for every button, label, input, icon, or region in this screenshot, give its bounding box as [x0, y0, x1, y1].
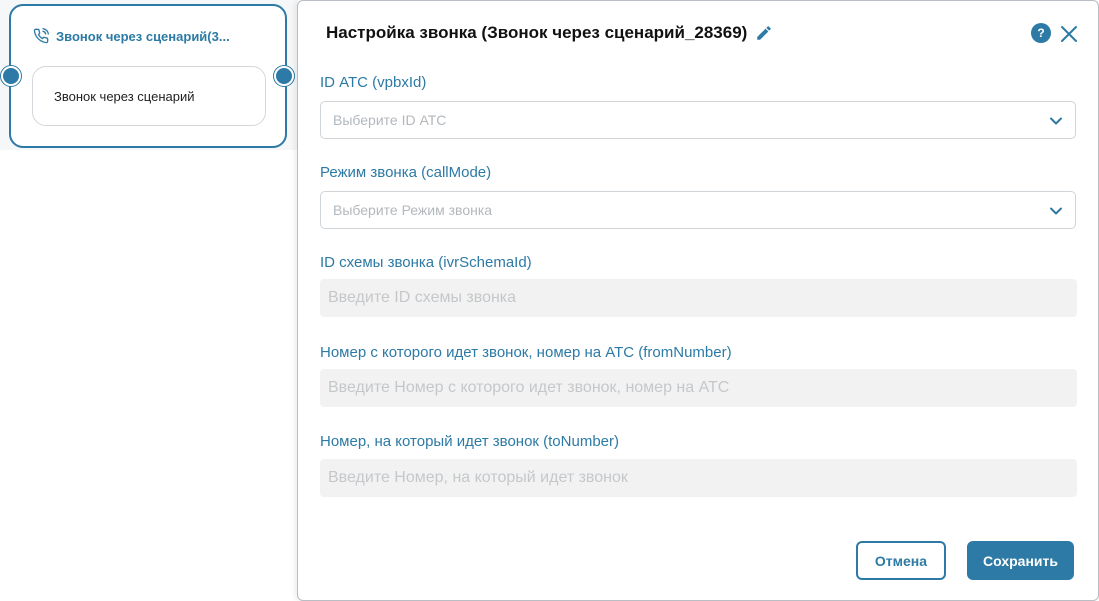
- call-mode-placeholder: Выберите Режим звонка: [333, 202, 493, 218]
- to-number-input[interactable]: [320, 459, 1077, 497]
- from-number-input[interactable]: [320, 369, 1077, 407]
- close-icon[interactable]: [1059, 24, 1079, 44]
- ivr-schema-id-input[interactable]: [320, 279, 1077, 317]
- node-header: Звонок через сценарий(3...: [33, 28, 230, 44]
- vpbx-id-select[interactable]: Выберите ID АТС: [320, 101, 1076, 139]
- call-mode-select[interactable]: Выберите Режим звонка: [320, 191, 1076, 229]
- node-body[interactable]: Звонок через сценарий: [32, 66, 266, 126]
- modal-title: Настройка звонка (Звонок через сценарий_…: [326, 23, 748, 42]
- flow-canvas[interactable]: Звонок через сценарий(3... Звонок через …: [0, 0, 297, 601]
- help-icon[interactable]: ?: [1031, 23, 1051, 43]
- phone-call-icon: [33, 28, 49, 44]
- chevron-down-icon: [1050, 207, 1062, 215]
- from-number-label: Номер с которого идет звонок, номер на А…: [320, 344, 732, 361]
- pencil-icon[interactable]: [755, 24, 773, 42]
- call-mode-label: Режим звонка (callMode): [320, 164, 492, 181]
- vpbx-id-placeholder: Выберите ID АТС: [333, 112, 447, 128]
- call-settings-modal: Настройка звонка (Звонок через сценарий_…: [297, 0, 1099, 601]
- cancel-button[interactable]: Отмена: [856, 541, 946, 580]
- flow-node[interactable]: Звонок через сценарий(3... Звонок через …: [9, 4, 287, 148]
- to-number-label: Номер, на который идет звонок (toNumber): [320, 433, 619, 450]
- save-button[interactable]: Сохранить: [967, 541, 1074, 580]
- ivr-schema-id-label: ID схемы звонка (ivrSchemaId): [320, 254, 532, 271]
- node-input-port[interactable]: [1, 66, 21, 86]
- node-title: Звонок через сценарий(3...: [56, 28, 230, 44]
- node-body-text: Звонок через сценарий: [54, 88, 195, 104]
- chevron-down-icon: [1050, 117, 1062, 125]
- node-output-port[interactable]: [274, 66, 294, 86]
- modal-header: Настройка звонка (Звонок через сценарий_…: [326, 23, 773, 43]
- vpbx-id-label: ID АТС (vpbxId): [320, 74, 427, 91]
